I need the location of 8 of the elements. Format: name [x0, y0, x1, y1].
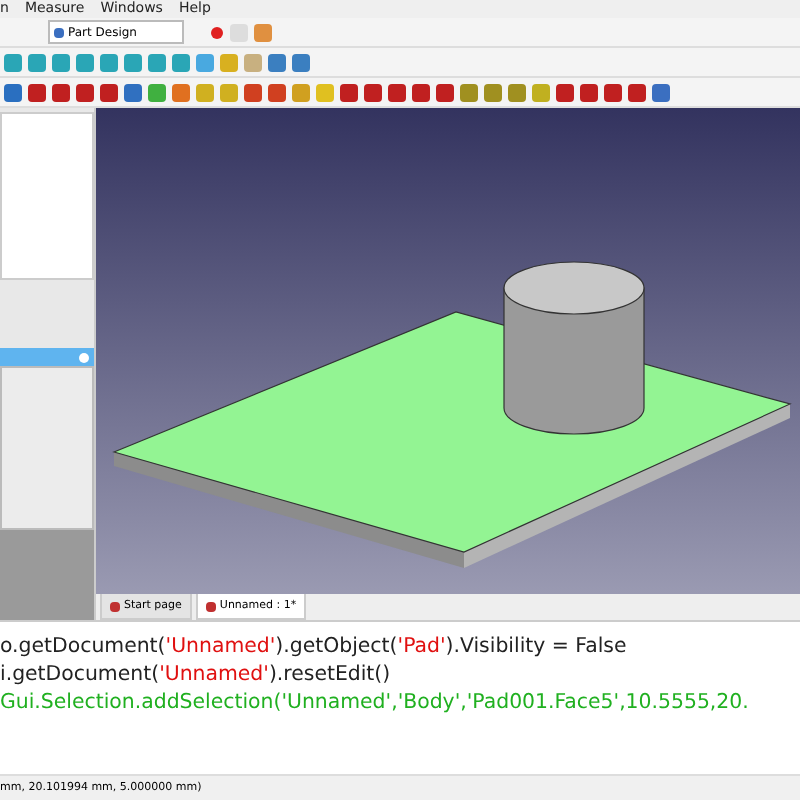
- close-icon[interactable]: [78, 351, 90, 363]
- 3d-view[interactable]: [96, 108, 800, 594]
- python-console[interactable]: o.getDocument('Unnamed').getObject('Pad').Visibility = False i.getDocument('Unnamed').resetEdit() Gui.Selection.addSelection('Unnamed','Body','Pad001.Face5',10.5555,20.: [0, 620, 800, 774]
- console-line: o.getDocument('Unnamed').getObject('Pad').Visibility = False: [0, 634, 629, 662]
- panel-background: [0, 530, 94, 620]
- console-line: i.getDocument('Unnamed').resetEdit(): [0, 662, 393, 690]
- console-line: Gui.Selection.addSelection('Unnamed','Body','Pad001.Face5',10.5555,20.: [0, 690, 751, 718]
- record-icon[interactable]: [210, 25, 224, 39]
